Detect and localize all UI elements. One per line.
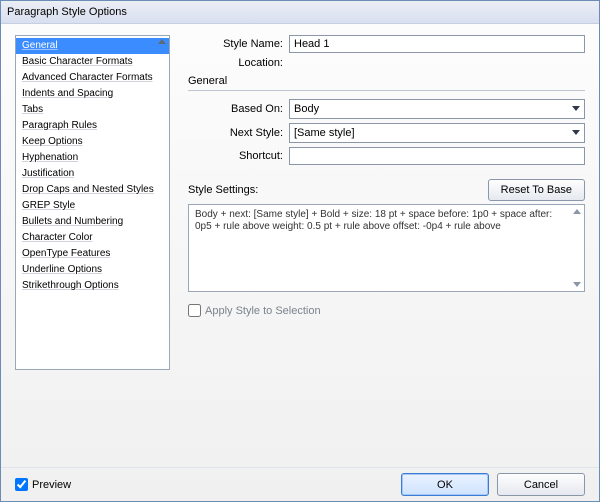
sidebar-item[interactable]: Justification	[16, 166, 169, 182]
style-name-label: Style Name:	[188, 38, 289, 50]
based-on-value: Body	[294, 103, 319, 115]
sidebar-item[interactable]: OpenType Features	[16, 246, 169, 262]
next-style-value: [Same style]	[294, 127, 355, 139]
sidebar-item[interactable]: Indents and Spacing	[16, 86, 169, 102]
sidebar-item[interactable]: Drop Caps and Nested Styles	[16, 182, 169, 198]
window-title: Paragraph Style Options	[7, 6, 127, 18]
paragraph-style-options-dialog: Paragraph Style Options GeneralBasic Cha…	[0, 0, 600, 502]
preview-checkbox[interactable]	[15, 478, 28, 491]
sidebar-item[interactable]: General	[16, 38, 169, 54]
style-name-input[interactable]	[289, 35, 585, 53]
apply-checkbox[interactable]	[188, 304, 201, 317]
style-settings-label: Style Settings:	[188, 184, 258, 196]
location-label: Location:	[188, 57, 289, 69]
category-list[interactable]: GeneralBasic Character FormatsAdvanced C…	[15, 35, 170, 370]
main-panel: Style Name: Location: General Based On: …	[170, 35, 585, 461]
preview-toggle[interactable]: Preview	[15, 478, 71, 491]
ok-button[interactable]: OK	[401, 473, 489, 496]
sidebar-item[interactable]: Strikethrough Options	[16, 278, 169, 294]
titlebar: Paragraph Style Options	[1, 1, 599, 24]
sidebar-item[interactable]: Tabs	[16, 102, 169, 118]
style-settings-box[interactable]: Body + next: [Same style] + Bold + size:…	[188, 204, 585, 292]
cancel-button[interactable]: Cancel	[497, 473, 585, 496]
scroll-up-icon[interactable]	[573, 209, 581, 214]
next-style-select[interactable]: [Same style]	[289, 123, 585, 143]
chevron-down-icon	[572, 130, 580, 135]
sidebar-item[interactable]: Bullets and Numbering	[16, 214, 169, 230]
section-title: General	[188, 73, 585, 91]
sidebar-item[interactable]: GREP Style	[16, 198, 169, 214]
preview-label: Preview	[32, 479, 71, 491]
apply-style-to-selection[interactable]: Apply Style to Selection	[188, 304, 585, 317]
scroll-down-icon[interactable]	[573, 282, 581, 287]
sidebar-item[interactable]: Underline Options	[16, 262, 169, 278]
sidebar-item[interactable]: Character Color	[16, 230, 169, 246]
sidebar-item[interactable]: Keep Options	[16, 134, 169, 150]
based-on-select[interactable]: Body	[289, 99, 585, 119]
sidebar-item[interactable]: Hyphenation	[16, 150, 169, 166]
based-on-label: Based On:	[188, 103, 289, 115]
shortcut-input[interactable]	[289, 147, 585, 165]
scroll-up-icon	[158, 39, 166, 44]
sidebar-item[interactable]: Advanced Character Formats	[16, 70, 169, 86]
next-style-label: Next Style:	[188, 127, 289, 139]
reset-to-base-button[interactable]: Reset To Base	[488, 179, 585, 201]
sidebar-item[interactable]: Basic Character Formats	[16, 54, 169, 70]
chevron-down-icon	[572, 106, 580, 111]
shortcut-label: Shortcut:	[188, 150, 289, 162]
style-settings-text: Body + next: [Same style] + Bold + size:…	[195, 209, 552, 232]
apply-label: Apply Style to Selection	[205, 305, 321, 317]
dialog-footer: Preview OK Cancel	[1, 467, 599, 501]
sidebar-item[interactable]: Paragraph Rules	[16, 118, 169, 134]
